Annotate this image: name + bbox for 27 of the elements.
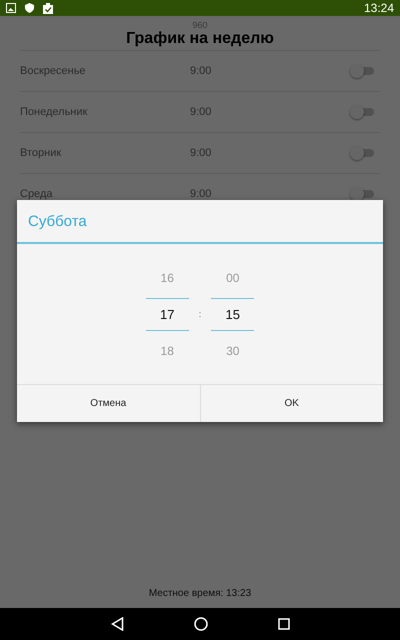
day-name: Воскресенье xyxy=(20,65,87,77)
day-time[interactable]: 9:00 xyxy=(190,106,354,118)
minute-option[interactable]: 15 xyxy=(211,298,254,330)
time-separator: : xyxy=(198,309,202,319)
day-time[interactable]: 9:00 xyxy=(190,65,354,77)
home-icon[interactable] xyxy=(194,617,208,631)
day-name: Понедельник xyxy=(20,106,88,118)
local-time-text: Местное время: 13:23 xyxy=(148,588,252,601)
hour-option[interactable]: 17 xyxy=(146,298,189,330)
minute-option[interactable]: 30 xyxy=(211,330,254,370)
hour-option[interactable]: 18 xyxy=(146,330,189,370)
dialog-button[interactable]: OK xyxy=(200,385,383,422)
recents-icon[interactable] xyxy=(278,618,290,630)
back-icon[interactable] xyxy=(110,617,124,631)
dialog-button[interactable]: Отмена xyxy=(17,385,200,422)
clipboard-check-icon xyxy=(43,2,53,14)
dialog-title: Суббота xyxy=(17,200,383,244)
minute-option[interactable]: 00 xyxy=(211,258,254,298)
day-name: Среда xyxy=(20,188,54,200)
page-title: График на неделю xyxy=(126,30,274,48)
image-icon xyxy=(6,3,16,13)
day-time[interactable]: 9:00 xyxy=(190,147,354,159)
hour-option[interactable]: 16 xyxy=(146,258,189,298)
shield-icon xyxy=(25,3,34,13)
day-time[interactable]: 9:00 xyxy=(190,188,354,200)
status-time: 13:24 xyxy=(364,1,394,15)
day-name: Вторник xyxy=(20,147,62,159)
